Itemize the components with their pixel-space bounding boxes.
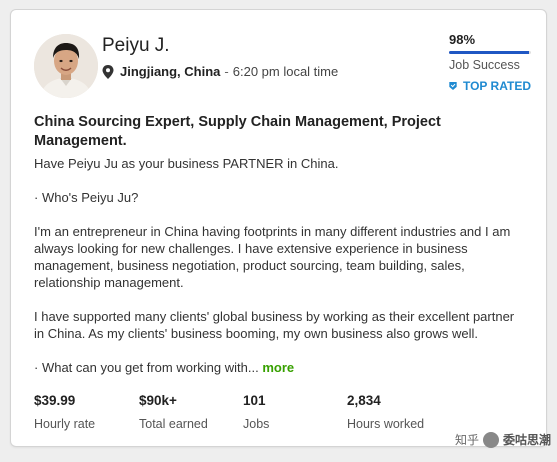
profile-description: Have Peiyu Ju as your business PARTNER i… [34,155,524,376]
zhihu-logo-icon [482,431,499,448]
location-city: Jingjiang, China [120,64,221,79]
top-rated-label: TOP RATED [462,79,531,93]
stat-label: Hours worked [347,417,425,431]
description-paragraph: · Who's Peiyu Ju? [34,190,139,205]
top-rated-badge-icon [449,82,457,90]
location-row: Jingjiang, China - 6:20 pm local time [102,64,338,79]
job-success-label: Job Success [449,58,520,72]
watermark-brand: 委咕思潮 [502,433,551,447]
stat-hours-worked: 2,834 Hours worked [347,393,457,431]
job-success-bar [449,51,531,54]
freelancer-name[interactable]: Peiyu J. [102,35,170,57]
top-rated-badge[interactable]: TOP RATED [449,79,531,93]
stat-hourly-rate: $39.99 Hourly rate [34,393,139,431]
avatar-photo [34,34,98,98]
location-pin-icon [102,64,114,79]
stat-value: $39.99 [34,393,76,408]
description-paragraph: I'm an entrepreneur in China having foot… [34,224,511,290]
watermark-prefix: 知乎 [454,433,479,447]
stat-value: 101 [243,393,266,408]
job-success-value: 98% [449,32,476,47]
profile-title: China Sourcing Expert, Supply Chain Mana… [34,114,441,149]
stat-jobs: 101 Jobs [243,393,347,431]
more-link[interactable]: more [262,360,294,375]
stat-value: 2,834 [347,393,381,408]
watermark: 知乎 委咕思潮 [455,431,551,448]
stat-value: $90k+ [139,393,177,408]
description-paragraph: Have Peiyu Ju as your business PARTNER i… [34,156,339,171]
description-truncated-text: · What can you get from working with... [34,360,259,375]
description-paragraph-truncated: · What can you get from working with... … [34,359,524,376]
stat-label: Hourly rate [34,417,96,431]
local-time: 6:20 pm local time [232,64,339,79]
job-success-panel: 98% Job Success TOP RATED [449,32,531,93]
avatar[interactable] [34,34,98,98]
freelancer-profile-card: Peiyu J. Jingjiang, China - 6:20 pm loca… [10,9,547,447]
stat-total-earned: $90k+ Total earned [139,393,243,431]
stat-label: Total earned [139,417,208,431]
stat-label: Jobs [243,417,270,431]
location-separator: - [224,64,229,79]
stats-row: $39.99 Hourly rate $90k+ Total earned 10… [34,393,457,431]
description-paragraph: I have supported many clients' global bu… [34,309,515,341]
job-success-bar-fill [449,51,530,54]
